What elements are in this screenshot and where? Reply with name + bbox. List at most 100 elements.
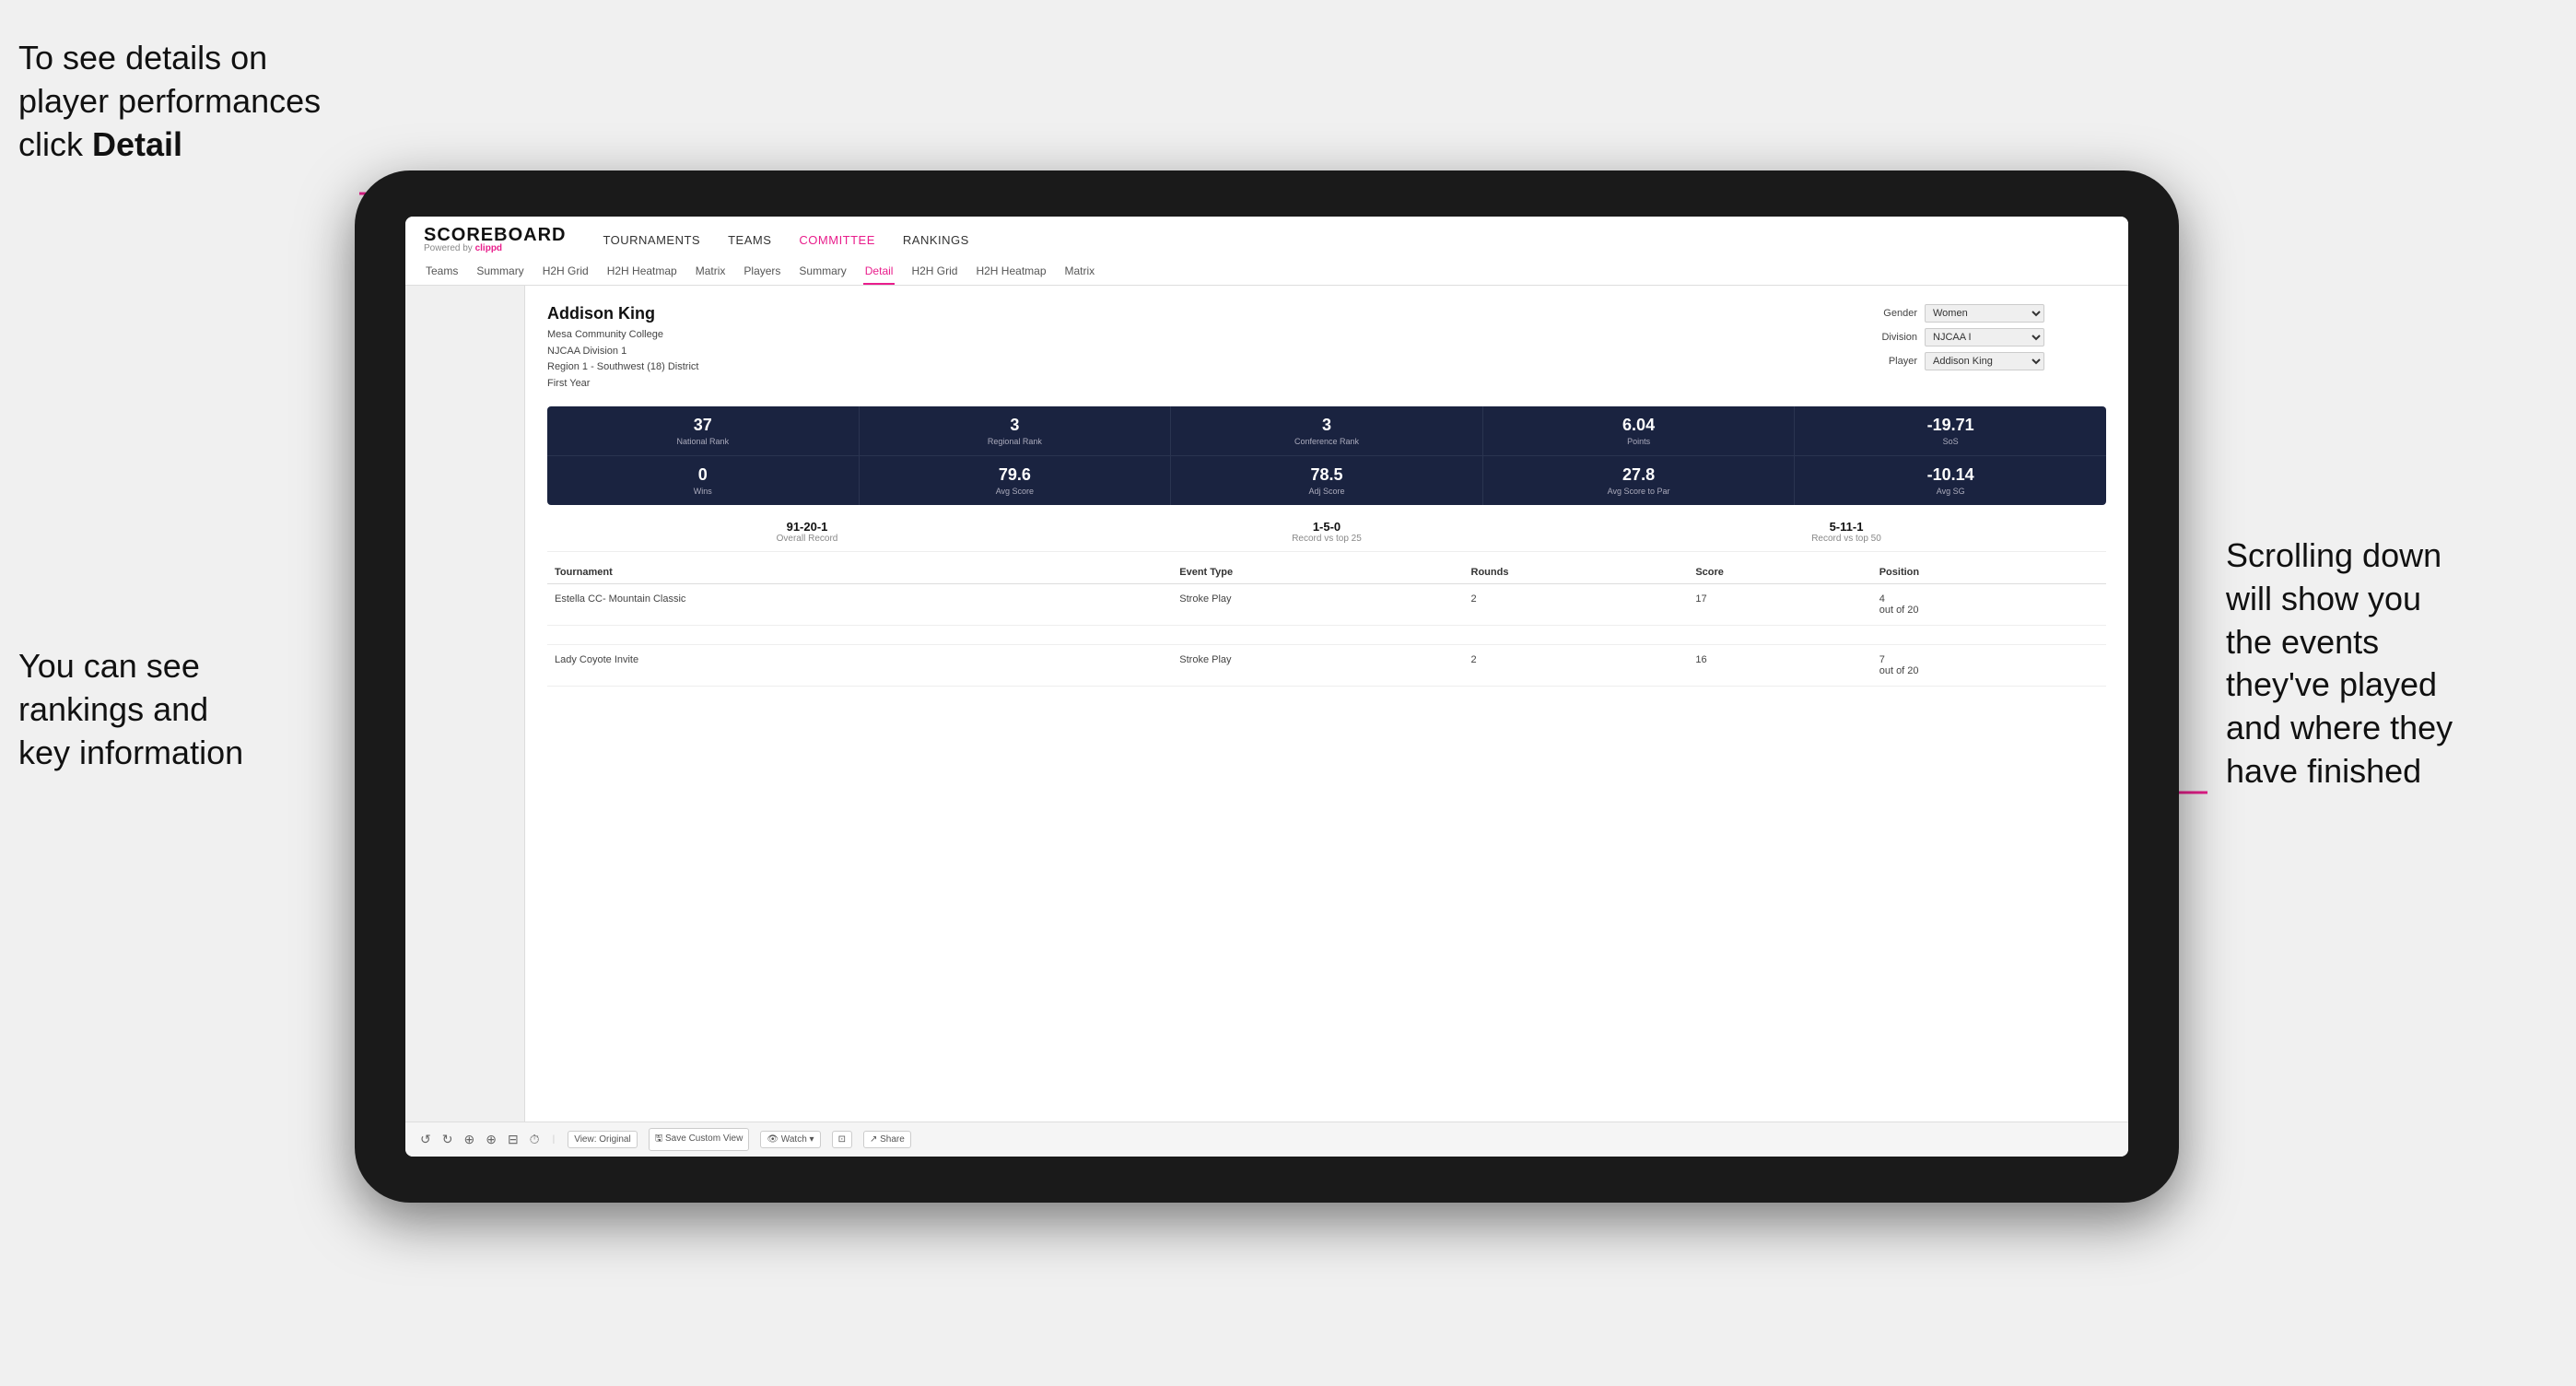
stats-row-2: 0 Wins 79.6 Avg Score 78.5 Adj Score 2 [547,455,2106,505]
stat-national-rank-value: 37 [555,416,851,435]
toolbar-icon4[interactable]: ⏱ [530,1132,540,1147]
subnav-summary2[interactable]: Summary [797,259,848,285]
stat-avg-score-par-value: 27.8 [1491,465,1787,485]
stat-avg-sg: -10.14 Avg SG [1795,456,2106,505]
td-tournament-1: Estella CC- Mountain Classic [547,584,1172,626]
subnav-matrix2[interactable]: Matrix [1063,259,1097,285]
td-tournament-empty [547,626,1172,645]
table-header-row: Tournament Event Type Rounds Score Posit… [547,561,2106,584]
left-panel [405,286,525,1122]
annot-r-2: will show you [2226,580,2421,617]
stat-regional-rank: 3 Regional Rank [860,406,1172,455]
td-event-type-empty [1172,626,1463,645]
annot-bl-3: key information [18,734,243,771]
th-score: Score [1688,561,1871,584]
stat-sos-value: -19.71 [1802,416,2099,435]
record-top25-value: 1-5-0 [1067,520,1587,534]
gender-label: Gender [1867,308,1917,319]
record-top25: 1-5-0 Record vs top 25 [1067,520,1587,544]
subnav-summary[interactable]: Summary [474,259,525,285]
stat-national-rank-label: National Rank [555,437,851,446]
toolbar-save-custom-view[interactable]: 🖫 Save Custom View [649,1128,750,1151]
toolbar-screen[interactable]: ⊡ [832,1131,852,1148]
subnav-matrix[interactable]: Matrix [694,259,728,285]
main-nav: TOURNAMENTS TEAMS COMMITTEE RANKINGS [603,229,968,251]
th-position: Position [1872,561,2106,584]
logo-powered: Powered by clippd [424,244,566,253]
annotation-topleft: To see details on player performances cl… [18,37,332,166]
toolbar-undo[interactable]: ↺ [420,1132,431,1147]
nav-tournaments[interactable]: TOURNAMENTS [603,229,700,251]
gender-select[interactable]: Women Men [1925,304,2044,323]
stat-avg-score: 79.6 Avg Score [860,456,1172,505]
th-rounds: Rounds [1464,561,1689,584]
division-select[interactable]: NJCAA I NJCAA II [1925,328,2044,346]
td-score-2: 16 [1688,645,1871,687]
stat-conference-rank-label: Conference Rank [1178,437,1475,446]
records-row: 91-20-1 Overall Record 1-5-0 Record vs t… [547,512,2106,552]
subnav-detail[interactable]: Detail [863,259,896,285]
stat-national-rank: 37 National Rank [547,406,860,455]
logo-area: SCOREBOARD Powered by clippd [424,226,566,253]
toolbar-icon3[interactable]: ⊟ [508,1132,519,1147]
table-row: Estella CC- Mountain Classic Stroke Play… [547,584,2106,626]
annot-r-6: have finished [2226,752,2421,790]
toolbar-watch[interactable]: 👁 Watch ▾ [760,1131,820,1148]
annotation-right: Scrolling down will show you the events … [2226,534,2558,793]
stat-wins-value: 0 [555,465,851,485]
nav-rankings[interactable]: RANKINGS [903,229,969,251]
player-filter-row: Player Addison King [1867,352,2106,370]
toolbar-view-original[interactable]: View: Original [568,1131,638,1148]
stat-conference-rank-value: 3 [1178,416,1475,435]
stat-avg-score-label: Avg Score [867,487,1164,496]
subnav-players[interactable]: Players [742,259,782,285]
toolbar-icon2[interactable]: ⊕ [486,1132,497,1147]
annotation-bold: Detail [92,125,182,163]
gender-filter-row: Gender Women Men [1867,304,2106,323]
division-label: Division [1867,332,1917,343]
stat-avg-score-value: 79.6 [867,465,1164,485]
stats-row-1: 37 National Rank 3 Regional Rank 3 Confe… [547,406,2106,455]
record-top50-label: Record vs top 50 [1587,534,2106,544]
player-select[interactable]: Addison King [1925,352,2044,370]
nav-teams[interactable]: TEAMS [728,229,771,251]
sub-nav: Teams Summary H2H Grid H2H Heatmap Matri… [424,259,2110,285]
table-row [547,626,2106,645]
logo-clippd: clippd [475,243,502,253]
subnav-h2hheatmap[interactable]: H2H Heatmap [605,259,679,285]
division-filter-row: Division NJCAA I NJCAA II [1867,328,2106,346]
annotation-line2: player performances [18,82,321,120]
player-year: First Year [547,376,698,393]
td-position-empty [1872,626,2106,645]
watch-label: 👁 Watch ▾ [767,1134,814,1145]
subnav-h2hgrid[interactable]: H2H Grid [541,259,591,285]
table-row: Lady Coyote Invite Stroke Play 2 16 7out… [547,645,2106,687]
annot-r-1: Scrolling down [2226,536,2441,574]
player-college: Mesa Community College [547,327,698,344]
th-event-type: Event Type [1172,561,1463,584]
stat-avg-score-par: 27.8 Avg Score to Par [1483,456,1796,505]
stat-wins: 0 Wins [547,456,860,505]
annot-r-3: the events [2226,623,2379,661]
toolbar-share[interactable]: ↗ Share [863,1131,911,1148]
toolbar-sep1: | [553,1134,556,1145]
record-top50-value: 5-11-1 [1587,520,2106,534]
stat-adj-score-value: 78.5 [1178,465,1475,485]
player-header: Addison King Mesa Community College NJCA… [547,304,2106,392]
player-label: Player [1867,356,1917,367]
player-filters: Gender Women Men Division NJCAA I NJCAA … [1867,304,2106,370]
annotation-line3: click [18,125,92,163]
subnav-teams[interactable]: Teams [424,259,460,285]
player-division: NJCAA Division 1 [547,344,698,360]
stat-points-label: Points [1491,437,1787,446]
share-label: ↗ Share [870,1134,905,1145]
toolbar-redo[interactable]: ↻ [442,1132,453,1147]
nav-committee[interactable]: COMMITTEE [799,229,875,251]
stat-regional-rank-label: Regional Rank [867,437,1164,446]
detail-content: Addison King Mesa Community College NJCA… [525,286,2128,1122]
toolbar-icon1[interactable]: ⊕ [463,1132,474,1147]
th-tournament: Tournament [547,561,1172,584]
subnav-h2hgrid2[interactable]: H2H Grid [909,259,959,285]
subnav-h2hheatmap2[interactable]: H2H Heatmap [974,259,1048,285]
stat-points: 6.04 Points [1483,406,1796,455]
